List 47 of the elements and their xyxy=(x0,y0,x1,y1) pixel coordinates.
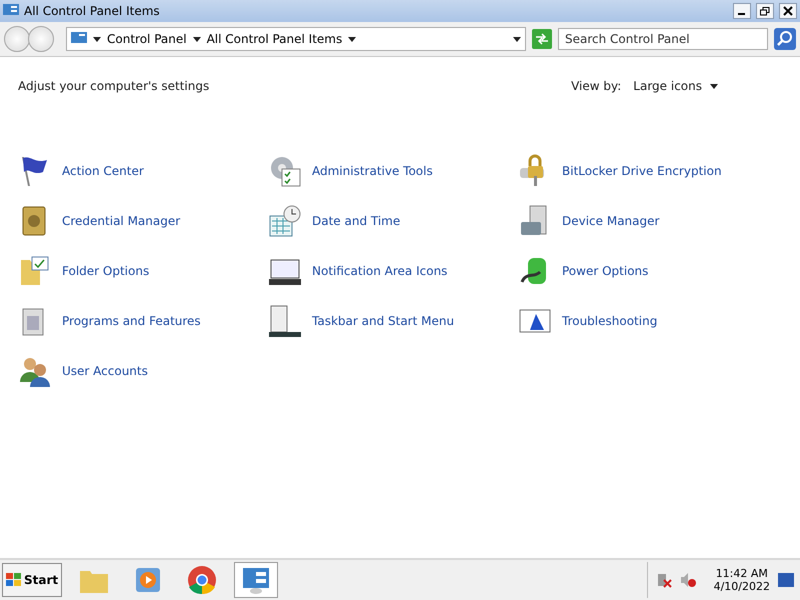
caret-icon xyxy=(513,36,521,42)
control-panel-link[interactable]: Notification Area Icons xyxy=(268,253,518,289)
control-panel-link[interactable]: Power Options xyxy=(518,253,768,289)
address-bar[interactable]: Control Panel All Control Panel Items xyxy=(66,27,526,51)
caret-icon xyxy=(192,36,201,42)
close-icon xyxy=(783,6,793,16)
forward-button[interactable] xyxy=(28,26,54,52)
restore-button[interactable] xyxy=(756,3,774,19)
network-error-icon[interactable] xyxy=(656,572,672,588)
calendar-clock-icon xyxy=(268,204,302,238)
control-panel-link[interactable]: Administrative Tools xyxy=(268,153,518,189)
windows-logo-icon xyxy=(6,573,22,587)
start-button[interactable]: Start xyxy=(2,563,62,597)
search-field[interactable]: Search Control Panel xyxy=(558,28,768,50)
close-button[interactable] xyxy=(779,3,797,19)
control-panel-link[interactable]: Device Manager xyxy=(518,203,768,239)
control-panel-link[interactable]: BitLocker Drive Encryption xyxy=(518,153,768,189)
caret-icon xyxy=(710,84,718,88)
control-panel-link[interactable]: Programs and Features xyxy=(18,303,268,339)
gear-checklist-icon xyxy=(268,154,302,188)
window-title: All Control Panel Items xyxy=(24,4,161,18)
control-panel-icon xyxy=(3,4,19,18)
browser-icon xyxy=(186,565,218,595)
caret-icon xyxy=(93,36,101,42)
breadcrumb[interactable]: All Control Panel Items xyxy=(206,32,342,46)
refresh-icon[interactable] xyxy=(532,29,552,49)
breadcrumb[interactable]: Control Panel xyxy=(107,32,187,46)
minimize-button[interactable] xyxy=(733,3,751,19)
taskbar-icon xyxy=(268,304,302,338)
caret-icon xyxy=(348,36,356,42)
speaker-muted-icon[interactable] xyxy=(680,572,696,588)
page-heading: Adjust your computer's settings xyxy=(18,79,210,93)
view-by-label: View by: xyxy=(571,79,622,93)
back-button[interactable] xyxy=(4,26,30,52)
restore-icon xyxy=(760,6,770,16)
control-panel-link[interactable]: Troubleshooting xyxy=(518,303,768,339)
control-panel-link[interactable]: User Accounts xyxy=(18,353,268,389)
clock[interactable]: 11:42 AM 4/10/2022 xyxy=(714,567,770,593)
control-panel-link[interactable]: Credential Manager xyxy=(18,203,268,239)
control-panel-link[interactable]: Date and Time xyxy=(268,203,518,239)
control-panel-link[interactable]: Action Center xyxy=(18,153,268,189)
search-icon[interactable] xyxy=(774,28,796,50)
view-by-dropdown[interactable]: Large icons xyxy=(633,79,718,93)
control-panel-icon xyxy=(71,32,87,46)
taskbar-app-button[interactable] xyxy=(234,562,278,598)
control-panel-link[interactable]: Folder Options xyxy=(18,253,268,289)
control-panel-link[interactable]: Taskbar and Start Menu xyxy=(268,303,518,339)
